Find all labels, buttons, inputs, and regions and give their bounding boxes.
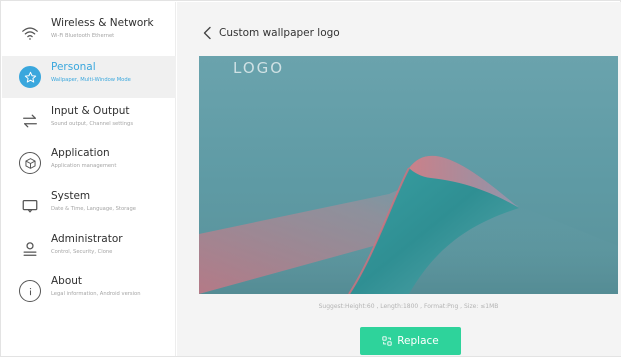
replace-button-label: Replace [397,335,439,347]
settings-sidebar: Wireless & Network Wi-Fi Bluetooth Ether… [2,2,176,356]
monitor-icon [19,195,41,217]
sidebar-item-label: Personal [51,61,96,73]
sidebar-item-subtitle: Date & Time, Language, Storage [51,206,136,212]
sidebar-item-subtitle: Sound output, Channel settings [51,121,134,127]
window-frame: Wireless & Network Wi-Fi Bluetooth Ether… [0,0,621,357]
sidebar-item-subtitle: Application management [51,163,117,169]
sidebar-item-wireless-network[interactable]: Wireless & Network Wi-Fi Bluetooth Ether… [2,12,176,54]
sidebar-item-administrator[interactable]: Administrator Control, Security, Clone [2,228,176,270]
sidebar-item-personal[interactable]: Personal Wallpaper, Multi-Window Mode [2,56,176,98]
sidebar-item-about[interactable]: About Legal information, Android version [2,270,176,312]
info-icon [19,280,41,302]
wallpaper-artwork [199,155,618,294]
sidebar-item-subtitle: Legal information, Android version [51,291,141,297]
main-panel: Custom wallpaper logo LOGO Suggest:Heigh… [177,2,621,356]
sidebar-item-label: Input & Output [51,105,130,117]
user-icon [19,238,41,260]
sidebar-item-subtitle: Wallpaper, Multi-Window Mode [51,77,131,83]
sidebar-item-subtitle: Wi-Fi Bluetooth Ethernet [51,33,115,39]
sidebar-item-label: System [51,190,91,202]
cube-icon [19,152,41,174]
sidebar-item-label: About [51,275,83,287]
wallpaper-preview: LOGO [199,56,618,294]
star-icon [19,66,41,88]
replace-button[interactable]: Replace [360,327,461,355]
sidebar-item-input-output[interactable]: Input & Output Sound output, Channel set… [2,100,176,142]
sidebar-item-label: Wireless & Network [51,17,154,29]
back-button[interactable] [199,22,215,44]
chevron-left-icon [203,26,211,40]
sidebar-item-subtitle: Control, Security, Clone [51,249,113,255]
sidebar-item-system[interactable]: System Date & Time, Language, Storage [2,185,176,227]
sidebar-item-application[interactable]: Application Application management [2,142,176,184]
swap-arrows-icon [19,110,41,132]
page-title: Custom wallpaper logo [219,27,340,39]
logo-requirements-hint: Suggest:Height:60 , Length:1800 , Format… [318,303,499,310]
wifi-icon [19,22,41,44]
logo-placeholder: LOGO [233,59,285,77]
replace-icon [382,336,392,346]
sidebar-item-label: Administrator [51,233,123,245]
sidebar-item-label: Application [51,147,110,159]
